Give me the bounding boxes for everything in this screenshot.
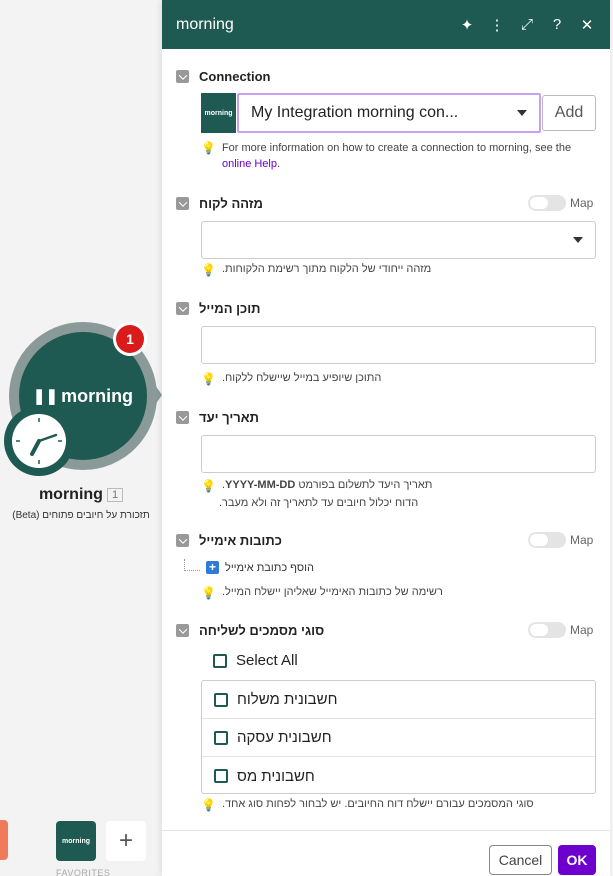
email-content-hint: 💡 התוכן שיופיע במייל שיישלח ללקוח. [201, 372, 382, 386]
scenario-canvas: ❚❚ morning 1 morning 1 תזכורת על חיובים פ… [0, 0, 162, 876]
collapse-icon[interactable] [176, 70, 189, 83]
doc-types-hint: 💡 סוגי המסמכים עבורם יישלח דוח החיובים. … [201, 798, 534, 812]
panel-footer: Cancel OK [162, 830, 610, 876]
module-count: 1 [106, 487, 124, 502]
collapse-icon[interactable] [176, 624, 189, 637]
due-date-hint: 💡 תאריך היעד לתשלום בפורמט YYYY-MM-DD. ה… [201, 479, 433, 509]
customer-id-hint: 💡 מזהה ייחודי של הלקוח מתוך רשימת הלקוחו… [201, 263, 432, 277]
customer-id-select[interactable] [201, 221, 596, 259]
email-content-label[interactable]: תוכן המייל [176, 301, 260, 316]
lightbulb-icon: 💡 [201, 263, 216, 277]
module-connector[interactable] [146, 372, 162, 418]
emails-label[interactable]: כתובות אימייל [176, 533, 282, 548]
connection-logo: morning [201, 93, 236, 133]
collapse-icon[interactable] [176, 302, 189, 315]
select-all-checkbox[interactable]: Select All [213, 652, 298, 669]
connection-selected-value: My Integration morning con... [251, 104, 459, 121]
lightbulb-icon: 💡 [201, 141, 216, 155]
ok-button[interactable]: OK [558, 845, 596, 875]
toggle-switch[interactable] [528, 622, 566, 638]
lightbulb-icon: 💡 [201, 586, 216, 600]
schedule-clock-icon[interactable] [4, 406, 74, 476]
lightbulb-icon: 💡 [201, 798, 216, 812]
doc-types-map-toggle[interactable]: Map [528, 622, 593, 638]
add-connection-button[interactable]: Add [542, 95, 596, 131]
expand-icon[interactable]: ⤢ [512, 10, 542, 40]
more-vertical-icon[interactable]: ⋮ [482, 10, 512, 40]
doc-type-option[interactable]: חשבונית מס [202, 757, 595, 795]
collapse-icon[interactable] [176, 197, 189, 210]
favorite-morning-app[interactable]: morning [56, 821, 96, 861]
tools-tab[interactable] [0, 820, 8, 860]
sparkle-icon[interactable]: ✦ [452, 10, 482, 40]
doc-types-label[interactable]: סוגי מסמכים לשליחה [176, 623, 324, 638]
collapse-icon[interactable] [176, 411, 189, 424]
favorites-label: FAVORITES [56, 868, 111, 876]
close-icon[interactable]: ✕ [572, 10, 602, 40]
emails-map-toggle[interactable]: Map [528, 532, 593, 548]
plus-icon: + [206, 561, 219, 574]
due-date-input[interactable] [201, 435, 596, 473]
connection-select[interactable]: My Integration morning con... [237, 93, 541, 133]
doc-type-option[interactable]: חשבונית עסקה [202, 719, 595, 757]
checkbox-icon[interactable] [214, 769, 228, 783]
toggle-switch[interactable] [528, 195, 566, 211]
module-description: תזכורת על חיובים פתוחים (Beta) [12, 510, 150, 521]
add-favorite-button[interactable]: + [106, 821, 146, 861]
panel-body[interactable]: Connection morning My Integration mornin… [162, 49, 610, 830]
online-help-link[interactable]: online Help [222, 158, 277, 170]
checkbox-icon[interactable] [214, 730, 228, 745]
add-email-button[interactable]: + הוסף כתובת אימייל [202, 561, 314, 574]
module-settings-panel: morning ✦ ⋮ ⤢ ? ✕ Connection morning My … [162, 0, 610, 876]
morning-logo-icon: ❚❚ [32, 388, 59, 405]
doc-type-option[interactable]: חשבונית משלוח [202, 681, 595, 719]
panel-header: morning ✦ ⋮ ⤢ ? ✕ [162, 0, 610, 49]
lightbulb-icon: 💡 [201, 479, 216, 493]
tree-connector [184, 559, 200, 571]
customer-id-map-toggle[interactable]: Map [528, 195, 593, 211]
lightbulb-icon: 💡 [201, 372, 216, 386]
doc-types-list: חשבונית משלוח חשבונית עסקה חשבונית מס [201, 680, 596, 794]
module-name: morning 1 [0, 486, 162, 504]
connection-hint: 💡 For more information on how to create … [201, 141, 572, 170]
customer-id-label[interactable]: מזהה לקוח [176, 196, 263, 211]
checkbox-icon[interactable] [213, 653, 227, 668]
checkbox-icon[interactable] [214, 692, 228, 707]
connection-label[interactable]: Connection [176, 69, 271, 84]
email-content-input[interactable] [201, 326, 596, 364]
badge-count: 1 [116, 325, 144, 353]
due-date-label[interactable]: תאריך יעד [176, 410, 259, 425]
chevron-down-icon [517, 110, 527, 116]
panel-title: morning [176, 15, 234, 33]
toggle-switch[interactable] [528, 532, 566, 548]
help-icon[interactable]: ? [542, 10, 572, 40]
chevron-down-icon [573, 237, 583, 243]
collapse-icon[interactable] [176, 534, 189, 547]
notification-badge[interactable]: 1 [113, 322, 147, 356]
cancel-button[interactable]: Cancel [489, 845, 552, 875]
emails-hint: 💡 רשימה של כתובות האימייל שאליהן יישלח ה… [201, 586, 443, 600]
module-logo-text: morning [61, 385, 134, 406]
